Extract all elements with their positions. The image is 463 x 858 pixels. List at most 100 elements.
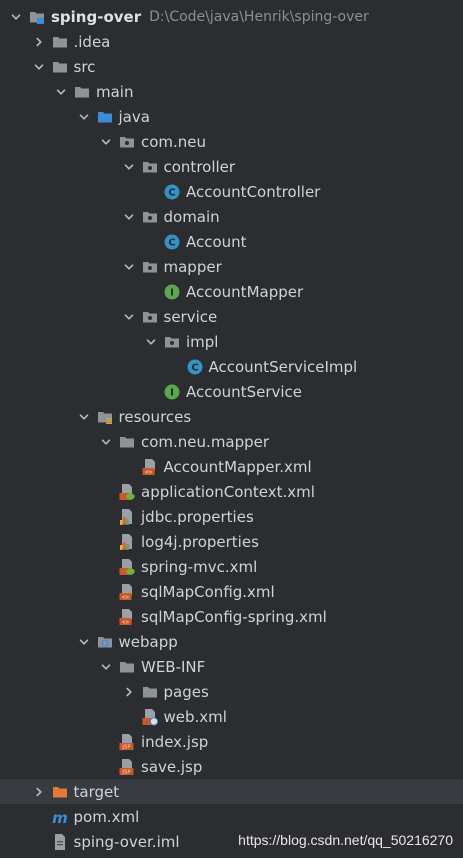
- tree-node-webapp[interactable]: webapp: [0, 629, 463, 654]
- tree-node-controller[interactable]: controller: [0, 154, 463, 179]
- svg-text:<>: <>: [122, 593, 130, 600]
- tree-node-pom-xml[interactable]: m pom.xml: [0, 804, 463, 829]
- tree-node-web-inf[interactable]: WEB-INF: [0, 654, 463, 679]
- project-path: D:\Code\java\Henrik\sping-over: [149, 8, 369, 25]
- tree-node-pages[interactable]: pages: [0, 679, 463, 704]
- tree-node-label: AccountMapper: [186, 282, 304, 301]
- xml-file-icon: <>: [118, 608, 136, 626]
- chevron-down-icon[interactable]: [98, 434, 114, 450]
- chevron-down-icon[interactable]: [76, 109, 92, 125]
- tree-node-web-xml[interactable]: web.xml: [0, 704, 463, 729]
- tree-node-src[interactable]: src: [0, 54, 463, 79]
- tree-node-java[interactable]: java: [0, 104, 463, 129]
- tree-node-label: sping-over: [51, 7, 142, 26]
- tree-node-label: webapp: [118, 632, 178, 651]
- tree-node-sqlmapconfig-spring-xml[interactable]: <> sqlMapConfig-spring.xml: [0, 604, 463, 629]
- chevron-down-icon[interactable]: [31, 59, 47, 75]
- tree-node-label: sqlMapConfig-spring.xml: [141, 607, 327, 626]
- jsp-file-icon: JSP: [118, 733, 136, 751]
- folder-icon: [51, 33, 69, 51]
- web-folder-icon: [96, 633, 114, 651]
- chevron-down-icon[interactable]: [121, 309, 137, 325]
- package-icon: [141, 158, 159, 176]
- tree-node-service[interactable]: service: [0, 304, 463, 329]
- chevron-down-icon[interactable]: [121, 159, 137, 175]
- tree-node-sqlmapconfig-xml[interactable]: <> sqlMapConfig.xml: [0, 579, 463, 604]
- chevron-right-icon[interactable]: [31, 34, 47, 50]
- tree-node-label: spring-mvc.xml: [141, 557, 258, 576]
- tree-node-accountservice[interactable]: I AccountService: [0, 379, 463, 404]
- tree-node-resources[interactable]: resources: [0, 404, 463, 429]
- chevron-down-icon[interactable]: [53, 84, 69, 100]
- package-icon: [118, 133, 136, 151]
- tree-node-mapper[interactable]: mapper: [0, 254, 463, 279]
- tree-node-label: pom.xml: [73, 807, 140, 826]
- tree-node-label: jdbc.properties: [141, 507, 254, 526]
- tree-node-spring-mvc-xml[interactable]: spring-mvc.xml: [0, 554, 463, 579]
- tree-node-com-neu-mapper[interactable]: com.neu.mapper: [0, 429, 463, 454]
- properties-file-icon: [118, 508, 136, 526]
- tree-node-label: sqlMapConfig.xml: [141, 582, 275, 601]
- chevron-down-icon[interactable]: [121, 209, 137, 225]
- tree-node-account[interactable]: C Account: [0, 229, 463, 254]
- maven-icon: m: [51, 808, 69, 826]
- chevron-down-icon[interactable]: [121, 259, 137, 275]
- tree-node-target[interactable]: target: [0, 779, 463, 804]
- tree-node-label: AccountServiceImpl: [208, 357, 358, 376]
- tree-node-domain[interactable]: domain: [0, 204, 463, 229]
- tree-node-main[interactable]: main: [0, 79, 463, 104]
- tree-node-label: index.jsp: [141, 732, 209, 751]
- tree-node-index-jsp[interactable]: JSP index.jsp: [0, 729, 463, 754]
- tree-node-label: pages: [163, 682, 209, 701]
- chevron-down-icon[interactable]: [98, 134, 114, 150]
- tree-node-label: sping-over.iml: [73, 832, 180, 851]
- svg-text:<>: <>: [122, 618, 130, 625]
- chevron-right-icon[interactable]: [121, 684, 137, 700]
- xml-file-icon: <>: [118, 583, 136, 601]
- properties-file-icon: [118, 533, 136, 551]
- chevron-right-icon[interactable]: [31, 784, 47, 800]
- tree-node-jdbc-properties[interactable]: jdbc.properties: [0, 504, 463, 529]
- web-xml-file-icon: [141, 708, 159, 726]
- tree-node-com-neu[interactable]: com.neu: [0, 129, 463, 154]
- svg-text:JSP: JSP: [121, 769, 131, 775]
- tree-node-accountmapper[interactable]: I AccountMapper: [0, 279, 463, 304]
- module-folder-icon: [28, 8, 46, 26]
- watermark: https://blog.csdn.net/qq_50216270: [238, 832, 453, 848]
- tree-node-label: Account: [186, 232, 247, 251]
- tree-node-label: src: [73, 57, 96, 76]
- tree-node-label: log4j.properties: [141, 532, 259, 551]
- xml-file-icon: <>: [141, 458, 159, 476]
- tree-node-impl[interactable]: impl: [0, 329, 463, 354]
- svg-text:<>: <>: [144, 468, 152, 475]
- folder-icon: [51, 58, 69, 76]
- interface-icon: I: [163, 383, 181, 401]
- tree-node-accountmapper-xml[interactable]: <> AccountMapper.xml: [0, 454, 463, 479]
- chevron-down-icon[interactable]: [76, 409, 92, 425]
- tree-node-label: WEB-INF: [141, 657, 206, 676]
- tree-node-applicationcontext-xml[interactable]: applicationContext.xml: [0, 479, 463, 504]
- tree-node-label: service: [163, 307, 218, 326]
- svg-text:C: C: [168, 237, 175, 248]
- chevron-down-icon[interactable]: [76, 634, 92, 650]
- tree-node-save-jsp[interactable]: JSP save.jsp: [0, 754, 463, 779]
- tree-node-sping-over[interactable]: sping-over D:\Code\java\Henrik\sping-over: [0, 4, 463, 29]
- folder-icon: [73, 83, 91, 101]
- folder-icon: [141, 683, 159, 701]
- tree-node-label: resources: [118, 407, 192, 426]
- chevron-down-icon[interactable]: [8, 9, 24, 25]
- iml-file-icon: [51, 833, 69, 851]
- folder-icon: [118, 433, 136, 451]
- class-icon: C: [186, 358, 204, 376]
- chevron-down-icon[interactable]: [98, 659, 114, 675]
- chevron-down-icon[interactable]: [143, 334, 159, 350]
- tree-node-log4j-properties[interactable]: log4j.properties: [0, 529, 463, 554]
- tree-node-accountcontroller[interactable]: C AccountController: [0, 179, 463, 204]
- tree-node-label: com.neu: [141, 132, 207, 151]
- tree-node-accountserviceimpl[interactable]: C AccountServiceImpl: [0, 354, 463, 379]
- tree-node-label: target: [73, 782, 120, 801]
- tree-node-label: applicationContext.xml: [141, 482, 315, 501]
- tree-node-idea[interactable]: .idea: [0, 29, 463, 54]
- package-icon: [141, 308, 159, 326]
- tree-node-label: save.jsp: [141, 757, 203, 776]
